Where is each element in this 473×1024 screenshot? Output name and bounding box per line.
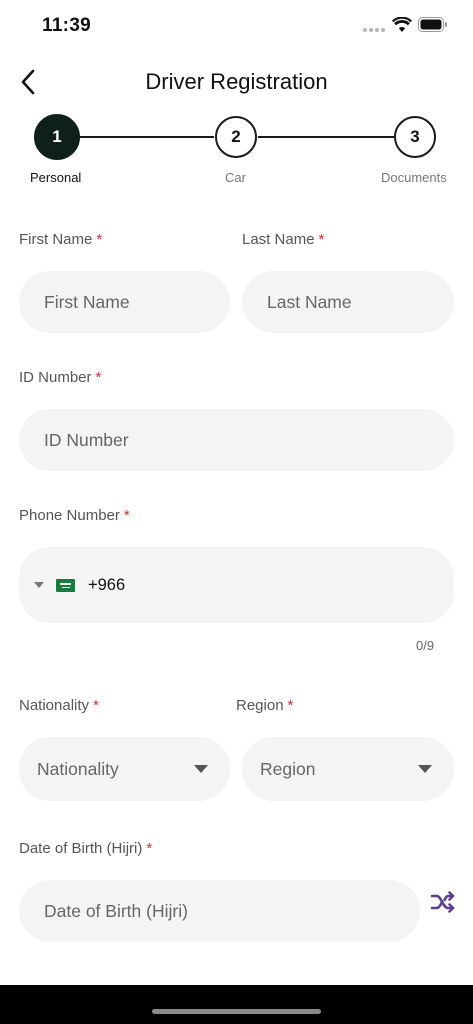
- step-number: 1: [52, 127, 62, 146]
- wifi-icon: [392, 17, 412, 32]
- region-label: Region *: [236, 697, 294, 714]
- dropdown-arrow-icon: [418, 765, 432, 773]
- nationality-label: Nationality *: [19, 697, 99, 714]
- first-name-label: First Name *: [19, 231, 103, 248]
- step-1-indicator: 1: [34, 114, 80, 160]
- last-name-input[interactable]: Last Name: [242, 271, 454, 333]
- step-number: 3: [410, 127, 420, 146]
- battery-icon: [418, 17, 447, 32]
- phone-number-label: Phone Number *: [19, 507, 130, 524]
- bottom-bar: [0, 985, 473, 1024]
- step-3-indicator: 3: [394, 116, 436, 158]
- dropdown-arrow-icon: [194, 765, 208, 773]
- step-number: 2: [231, 127, 241, 146]
- step-2-label: Car: [225, 170, 246, 185]
- dob-input[interactable]: Date of Birth (Hijri): [19, 880, 420, 942]
- first-name-placeholder: First Name: [44, 291, 130, 312]
- status-time: 11:39: [42, 15, 92, 36]
- region-select[interactable]: Region: [242, 737, 454, 801]
- shuffle-icon[interactable]: [428, 887, 458, 917]
- last-name-label: Last Name *: [242, 231, 325, 248]
- phone-char-counter: 0/9: [416, 638, 435, 653]
- dob-placeholder: Date of Birth (Hijri): [44, 900, 188, 921]
- id-number-placeholder: ID Number: [44, 429, 129, 450]
- page-title: Driver Registration: [145, 69, 328, 94]
- saudi-arabia-flag-icon: [56, 578, 75, 592]
- nationality-select[interactable]: Nationality: [19, 737, 230, 801]
- stepper-connector: [258, 136, 394, 138]
- region-placeholder: Region: [260, 758, 316, 779]
- cellular-signal-icon: [363, 28, 387, 34]
- id-number-input[interactable]: ID Number: [19, 409, 454, 471]
- nationality-placeholder: Nationality: [37, 758, 119, 779]
- country-code: +966: [88, 575, 126, 594]
- stepper-connector: [78, 136, 214, 138]
- dob-label: Date of Birth (Hijri) *: [19, 840, 153, 857]
- country-dropdown-icon[interactable]: [34, 582, 44, 588]
- step-2-indicator: 2: [215, 116, 257, 158]
- phone-number-input[interactable]: +966: [19, 547, 454, 623]
- last-name-placeholder: Last Name: [267, 291, 352, 312]
- id-number-label: ID Number *: [19, 369, 102, 386]
- first-name-input[interactable]: First Name: [19, 271, 230, 333]
- step-3-label: Documents: [381, 170, 447, 185]
- home-indicator[interactable]: [152, 1009, 321, 1014]
- step-1-label: Personal: [30, 170, 82, 185]
